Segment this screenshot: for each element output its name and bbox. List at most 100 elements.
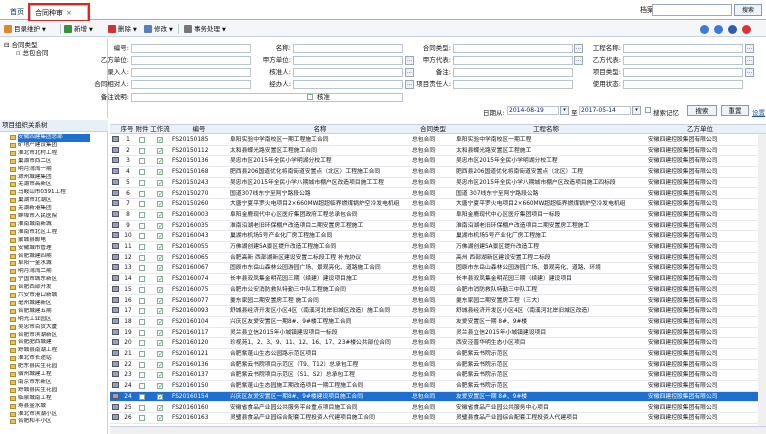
col-project[interactable]: 工程名称 <box>456 125 636 134</box>
table-row[interactable]: 1 FS20150185 阜阳实验中学南校区一期工程施工合同 总包合同 阜阳实验中学南校… <box>110 135 766 146</box>
horizontal-scrollbar[interactable] <box>110 426 766 434</box>
table-row[interactable]: 23 FS20160137 合肥紫云书院项目示范区（S1、S2）总承包工程 总包合同 合… <box>110 370 766 381</box>
table-row[interactable]: 20 FS20160120 珍视苑1、2、3、9、11、12、16、17、23#楼公… <box>110 338 766 349</box>
workflow-checkbox[interactable] <box>157 307 163 317</box>
org-tree-item[interactable]: 蚌埠市人民医院 <box>18 213 90 221</box>
archive-search-input[interactable] <box>652 4 732 16</box>
table-row[interactable]: 26 FS20160163 灵璧县食品产业园综合配套工程投资人代建项目施工合同 总包合… <box>110 413 766 424</box>
workflow-checkbox[interactable] <box>157 211 163 221</box>
attachment-checkbox[interactable] <box>139 222 145 229</box>
name-input[interactable] <box>293 44 403 53</box>
workflow-checkbox[interactable] <box>157 157 163 167</box>
code-input[interactable] <box>131 44 251 53</box>
workflow-checkbox[interactable] <box>157 350 163 360</box>
org-tree-item[interactable]: 明月湾湾一期 <box>18 166 90 174</box>
table-row[interactable]: 16 FS20160077 羹东家园二期安置房工程 施工合同 总包合同 羹东家园二期安置… <box>110 296 766 307</box>
workflow-checkbox[interactable] <box>157 168 163 178</box>
table-row[interactable]: 2 FS20150112 太和县蝶光路安置区工程施工合同 总包合同 太和县蝶光路安置区工… <box>110 146 766 157</box>
workflow-checkbox[interactable] <box>157 329 163 339</box>
add-button[interactable]: 新增 ▼ <box>64 24 93 35</box>
attachment-checkbox[interactable] <box>139 147 145 154</box>
tree-root[interactable]: ⊟ 合同类型 <box>4 41 38 49</box>
org-tree-item[interactable]: 淮南城南新城 <box>18 221 90 229</box>
table-row[interactable]: 11 FS20160055 万佛湖创建5A景区提升改造工程施工合同 总包合同 万佛湖创建… <box>110 242 766 253</box>
handler-input[interactable] <box>293 80 403 89</box>
project-manager-input[interactable] <box>453 80 573 89</box>
party-b-unit-input[interactable] <box>131 56 251 65</box>
workflow-checkbox[interactable] <box>157 339 163 349</box>
party-a-rep-input[interactable] <box>453 56 573 65</box>
org-tree-item[interactable]: 合肥城建五期 <box>18 308 90 316</box>
org-tree-item[interactable]: 吴忠市百货大厦 <box>18 324 90 332</box>
date-to-calendar-icon[interactable]: ▾ <box>632 106 641 115</box>
archive-search-button[interactable]: 搜索 <box>734 4 762 16</box>
org-tree-item[interactable]: 舒城县南湖工程 <box>18 347 90 355</box>
table-row[interactable]: 19 FS20160117 灵兰县立信2015年小城镇建设项目一标段 总包合同 灵兰县立… <box>110 328 766 339</box>
table-row[interactable]: 8 FS20160003 阜阳金鹿现代中心区医疗集团政府工程总承包合同 总包合同 阜阳金… <box>110 210 766 221</box>
org-tree-item[interactable]: 临泉城南工程 <box>18 395 90 403</box>
org-tree-item[interactable]: 合肥和平小区 <box>18 418 90 426</box>
workflow-checkbox[interactable] <box>157 361 163 371</box>
org-tree-item[interactable]: 合肥肥西城建 <box>18 339 90 347</box>
date-to-input[interactable]: 2017-05-14 <box>579 106 631 115</box>
attachment-checkbox[interactable] <box>139 329 145 336</box>
table-row[interactable]: 24 FS20160150 合肥紫蓬山生态园施工期改造项目一期工程施工合同 总包合同 合… <box>110 381 766 392</box>
org-tree-item[interactable]: 南京市东新区 <box>18 379 90 387</box>
up-icon[interactable] <box>700 25 709 34</box>
org-tree-item[interactable]: 淮北市长途站 <box>18 355 90 363</box>
project-type-input[interactable] <box>623 68 743 77</box>
workflow-checkbox[interactable] <box>157 147 163 157</box>
reset-button[interactable]: 重置 <box>721 105 749 116</box>
col-name[interactable]: 名称 <box>230 125 410 134</box>
workflow-checkbox[interactable] <box>157 382 163 392</box>
org-tree-item[interactable]: 巢湖市西二区 <box>18 158 90 166</box>
workflow-checkbox[interactable] <box>157 297 163 307</box>
org-tree-item[interactable]: 合肥城建四期 <box>18 253 90 261</box>
workflow-checkbox[interactable] <box>157 222 163 232</box>
close-icon[interactable]: × <box>66 9 72 17</box>
project-type-picker-button[interactable]: … <box>745 68 754 77</box>
attachment-checkbox[interactable] <box>139 244 145 250</box>
col-workflow[interactable]: 工作流 <box>150 125 170 134</box>
counterparty-input[interactable] <box>131 80 251 89</box>
delete-button[interactable]: 删除 ▼ <box>108 24 137 35</box>
workflow-checkbox[interactable] <box>157 190 163 200</box>
attachment-checkbox[interactable] <box>139 201 145 208</box>
attachment-checkbox[interactable] <box>139 190 145 197</box>
attachment-checkbox[interactable] <box>139 211 145 218</box>
attachment-checkbox[interactable] <box>139 393 145 400</box>
settings-link[interactable]: 设置 <box>752 107 765 117</box>
table-row[interactable]: 9 FS20160035 淮南沿湖老旧环保棚户改造项目二期安置房工程施工 总包合同 淮南… <box>110 221 766 232</box>
tree-child[interactable]: ▫ 总包合同 <box>16 49 48 57</box>
col-party[interactable]: 乙方单位 <box>650 125 750 134</box>
workflow-checkbox[interactable] <box>157 243 163 253</box>
workflow-checkbox[interactable] <box>157 414 163 424</box>
org-tree-item[interactable]: 巢湖市北湖区 <box>18 197 90 205</box>
table-row[interactable]: 10 FS20160043 巢湖市机场5号产业化厂房工程施工合同 总包合同 巢湖市机场5… <box>110 231 766 242</box>
attachment-checkbox[interactable] <box>139 265 145 272</box>
org-tree-item[interactable]: 安徽城市管理 <box>18 245 90 253</box>
table-row[interactable]: 18 FS20160104 兴庆区友爱安置区一期8#、9#楼工程施工合同 总包合同 友爱… <box>110 317 766 328</box>
attachment-checkbox[interactable] <box>139 286 145 293</box>
org-tree-item[interactable]: 滁州城建集团 <box>18 174 90 182</box>
remark-input[interactable] <box>453 68 573 77</box>
approved-checkbox[interactable] <box>307 94 313 100</box>
attachment-checkbox[interactable] <box>139 137 145 143</box>
workflow-checkbox[interactable] <box>157 275 163 285</box>
workflow-checkbox[interactable] <box>157 286 163 296</box>
party-b-rep-picker-button[interactable]: … <box>745 56 754 65</box>
org-tree-item[interactable]: 矿地产建设集团 <box>18 142 90 150</box>
org-tree-item[interactable]: 六安市港口新城 <box>18 292 90 300</box>
org-tree-item[interactable]: 寿县金水城 <box>18 403 90 411</box>
project-picker-button[interactable]: … <box>745 44 754 53</box>
search-button[interactable]: 搜索 <box>687 105 717 116</box>
col-attachment[interactable]: 附件 <box>135 125 149 134</box>
workflow-checkbox[interactable] <box>157 318 163 328</box>
table-row[interactable]: 13 FS20160067 固原市东岳山森林公园游园广场、景观亮化、道路施工合同 总包… <box>110 263 766 274</box>
use-status-input[interactable] <box>623 80 743 89</box>
table-row[interactable]: 17 FS20160093 舒城县经济开发区小区4区（南溪河北岸旧城区改造）施工合同… <box>110 306 766 317</box>
party-a-unit-input[interactable] <box>293 56 403 65</box>
org-tree-item[interactable]: 明光工业园区 <box>18 316 90 324</box>
org-tree-item[interactable]: 阜阳一金水城 <box>18 260 90 268</box>
attachment-checkbox[interactable] <box>139 361 145 368</box>
